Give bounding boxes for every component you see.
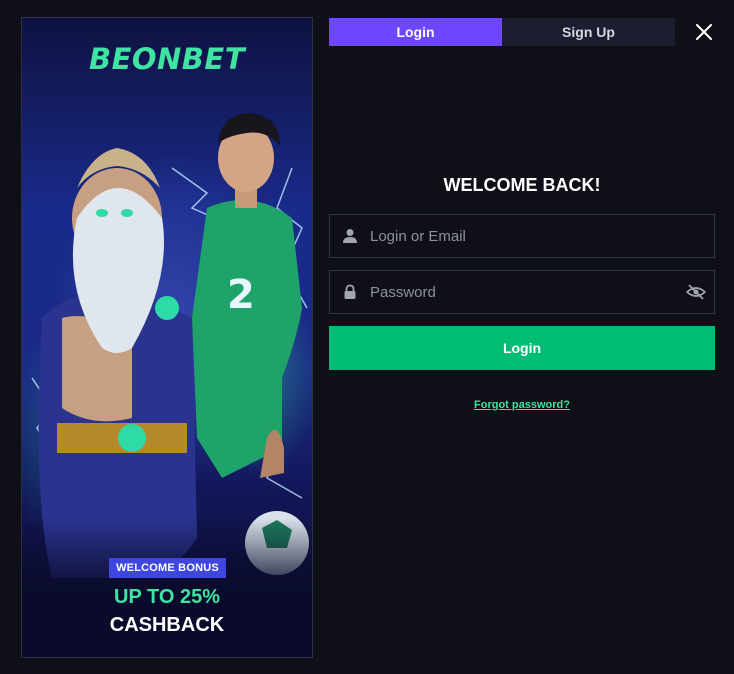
lock-icon — [330, 284, 370, 300]
tab-sign-up[interactable]: Sign Up — [502, 18, 675, 46]
close-button[interactable] — [694, 22, 714, 42]
zeus-figure — [38, 148, 198, 578]
login-modal: 2 BEONBET WELCOME BONUS UP TO 25% CASHBA… — [0, 0, 734, 674]
svg-text:2: 2 — [227, 272, 255, 318]
toggle-password-visibility-icon[interactable] — [678, 283, 714, 301]
close-icon — [696, 24, 712, 40]
soccer-player-figure: 2 — [192, 113, 302, 478]
welcome-bonus-badge: WELCOME BONUS — [109, 558, 226, 578]
tab-login[interactable]: Login — [329, 18, 502, 46]
bonus-amount: UP TO 25% — [114, 586, 220, 608]
login-submit-button[interactable]: Login — [329, 326, 715, 370]
user-icon — [330, 228, 370, 244]
login-field[interactable] — [329, 214, 715, 258]
bonus-type: CASHBACK — [109, 614, 225, 636]
brand-logo: BEONBET — [88, 42, 246, 76]
login-email-input[interactable] — [370, 215, 714, 257]
auth-tabs: Login Sign Up — [329, 18, 675, 46]
password-field[interactable] — [329, 270, 715, 314]
forgot-password-link[interactable]: Forgot password? — [329, 399, 715, 411]
promo-banner: 2 BEONBET WELCOME BONUS UP TO 25% CASHBA… — [21, 17, 313, 658]
password-input[interactable] — [370, 271, 678, 313]
welcome-title: WELCOME BACK! — [443, 175, 601, 195]
